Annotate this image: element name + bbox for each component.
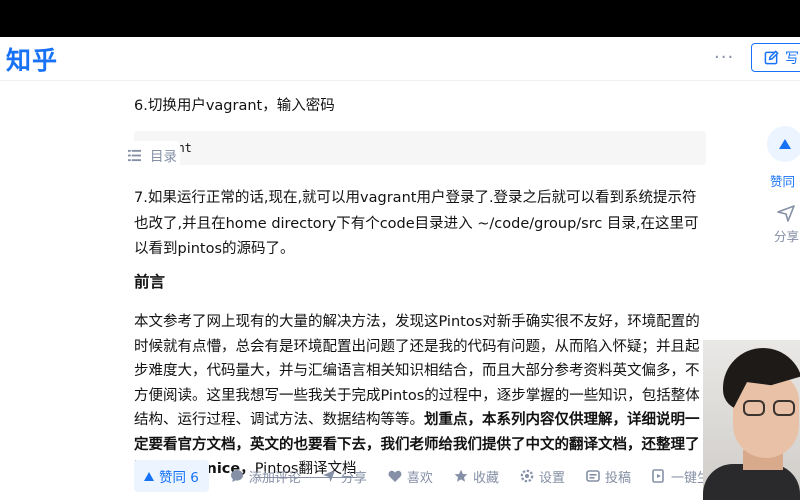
paragraph-preface: 本文参考了网上现有的大量的解决方法，发现这Pintos对新手确实很不友好，环境配… [134,310,706,482]
add-comment-button[interactable]: 添加评论 [230,467,301,486]
webcam-overlay [703,340,800,500]
zhihu-logo[interactable]: 知乎 [6,41,58,77]
triangle-up-icon [144,471,154,481]
favorite-button[interactable]: 收藏 [454,467,499,486]
heart-icon [388,470,402,482]
share-label: 分享 [340,470,367,486]
favorite-label: 收藏 [472,470,499,486]
edit-icon [764,50,779,65]
video-icon [652,469,664,483]
article-action-bar: 赞同 6 添加评论 分享 喜欢 收藏 设置 投稿 一键生成视频 [134,459,749,493]
triangle-up-icon [779,139,791,149]
settings-button[interactable]: 设置 [520,467,565,486]
webcam-glasses-left [743,400,765,416]
code-block: rant [134,131,706,165]
post-button[interactable]: 投稿 [586,467,631,486]
side-vote-label: 赞同 6 [770,174,800,189]
site-header: 知乎 ··· 写 [0,37,800,81]
paragraph-step6: 6.切换用户vagrant，输入密码 [134,98,335,114]
more-options-icon[interactable]: ··· [714,47,734,68]
vote-button-label: 赞同 6 [159,470,199,486]
comment-icon [230,470,243,482]
add-comment-label: 添加评论 [248,470,301,486]
heading-preface: 前言 [134,273,166,291]
post-label: 投稿 [604,470,631,486]
gear-icon [520,469,534,483]
side-vote-button[interactable] [767,126,800,162]
write-button-label: 写 [785,50,799,67]
vote-button[interactable]: 赞同 6 [134,460,209,492]
paragraph-step7: 7.如果运行正常的话,现在,就可以用vagrant用户登录了.登录之后就可以看到… [134,190,699,257]
post-icon [586,470,600,482]
list-icon [128,149,141,161]
share-button[interactable]: 分享 [322,467,367,486]
preface-text: 本文参考了网上现有的大量的解决方法，发现这Pintos对新手确实很不友好，环境配… [134,314,700,428]
like-button[interactable]: 喜欢 [388,467,433,486]
toc-button[interactable]: 目录 [118,141,180,169]
side-share-label: 分享 [774,229,800,244]
screen-top-black-bar [0,0,800,37]
write-button[interactable]: 写 [751,43,800,72]
zhihu-article-page: 知乎 ··· 写 6.切换用户vagrant，输入密码 rant 7.如果运行正… [0,37,800,500]
share-icon[interactable] [776,203,796,223]
share-icon [322,470,335,482]
settings-label: 设置 [538,470,565,486]
toc-label: 目录 [150,149,177,165]
webcam-glasses-right [773,400,795,416]
like-label: 喜欢 [406,470,433,486]
star-icon [454,469,468,482]
